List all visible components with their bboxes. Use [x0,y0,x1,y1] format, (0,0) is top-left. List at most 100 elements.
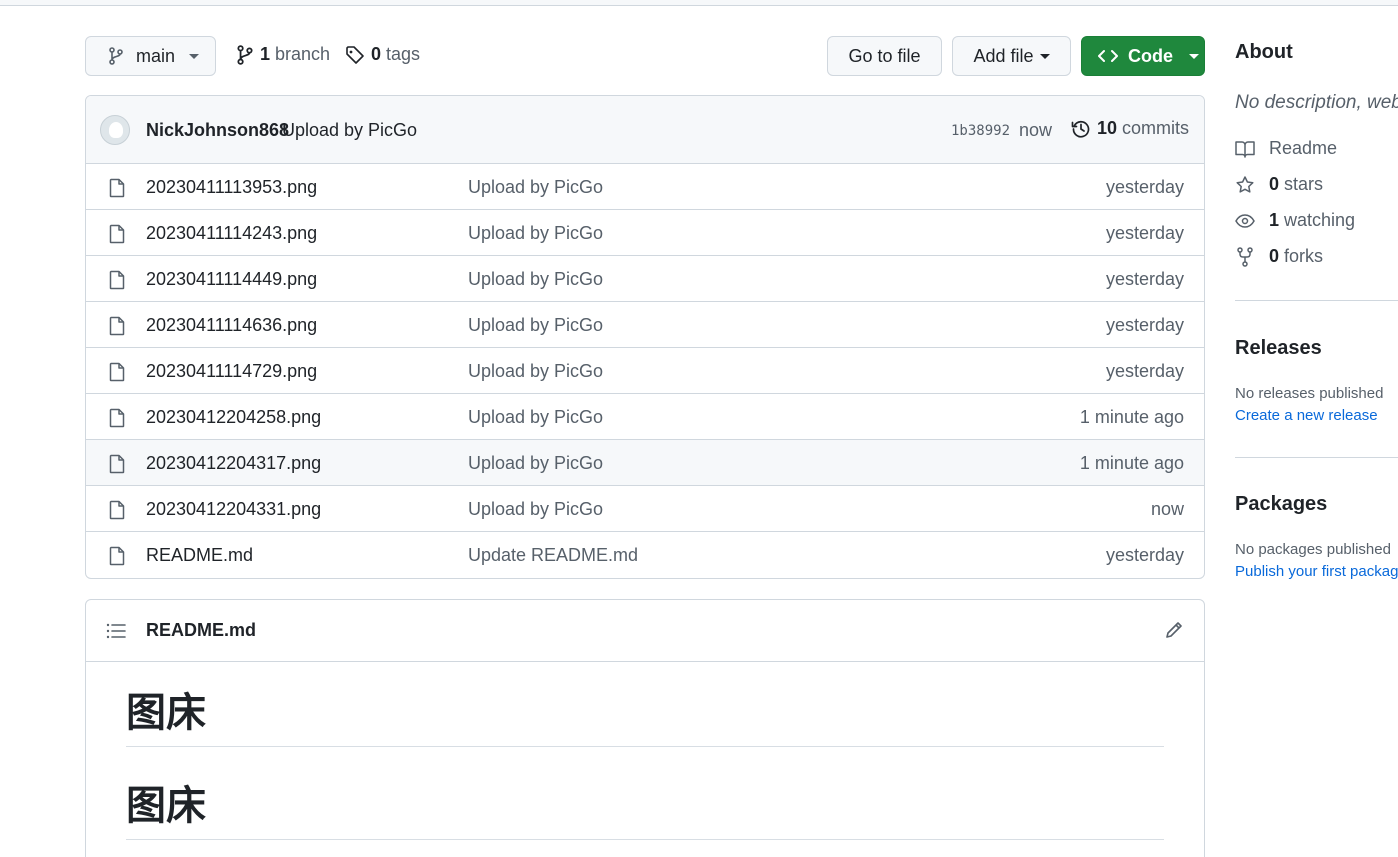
file-name-link[interactable]: README.md [146,545,253,566]
readme-heading: 图床 [126,773,1164,840]
stars-link[interactable]: 0 stars [1235,174,1323,195]
commit-count: 10 [1097,118,1118,138]
readme-header: README.md [86,600,1204,662]
releases-empty-text: No releases published [1235,385,1384,402]
file-commit-message[interactable]: Upload by PicGo [468,407,603,428]
commit-author[interactable]: NickJohnson868 [146,120,289,141]
file-row[interactable]: 20230411114449.png Upload by PicGo yesterd… [86,256,1204,302]
forks-count: 0 [1269,246,1280,266]
releases-title[interactable]: Releases [1235,337,1322,360]
eye-icon [1235,213,1255,229]
publish-package-link[interactable]: Publish your first package [1235,563,1398,580]
file-row[interactable]: 20230411113953.png Upload by PicGo yesterd… [86,164,1204,210]
commit-sha[interactable]: 1b38992 [951,123,1010,139]
file-commit-message[interactable]: Upload by PicGo [468,361,603,382]
file-name-link[interactable]: 20230411114636.png [146,315,317,336]
file-name-link[interactable]: 20230411114243.png [146,223,317,244]
list-unordered-icon[interactable] [106,622,126,640]
code-button[interactable]: Code [1081,36,1205,76]
about-title: About [1235,41,1293,63]
file-row[interactable]: 20230412204317.png Upload by PicGo 1 minut… [86,440,1204,486]
chevron-down-icon [189,53,200,59]
file-icon [108,408,126,428]
file-name-link[interactable]: 20230411114729.png [146,361,317,382]
file-name-link[interactable]: 20230411113953.png [146,177,317,198]
file-commit-time: yesterday [1105,361,1184,381]
file-commit-message[interactable]: Update README.md [468,545,638,566]
file-commit-message[interactable]: Upload by PicGo [468,453,603,474]
file-icon [108,270,126,290]
code-icon [1098,48,1118,64]
tag-count: 0 [371,44,382,64]
file-commit-time: yesterday [1105,315,1184,335]
watching-label: watching [1284,210,1356,230]
file-row[interactable]: 20230411114243.png Upload by PicGo yesterd… [86,210,1204,256]
file-icon [108,454,126,474]
file-icon [108,178,126,198]
file-name-link[interactable]: 20230411114449.png [146,269,317,290]
top-border [0,0,1398,6]
git-branch-icon [108,47,124,65]
file-commit-message[interactable]: Upload by PicGo [468,315,603,336]
tags-link[interactable]: 0 tags [345,44,420,65]
file-icon [108,546,126,566]
file-row[interactable]: README.md Update README.md yesterday [86,532,1204,578]
divider [1235,457,1398,458]
watching-count: 1 [1269,210,1280,230]
book-icon [1235,140,1255,158]
readme-label: Readme [1269,138,1338,158]
add-file-button[interactable]: Add file [952,36,1071,76]
forks-label: forks [1284,246,1324,266]
file-commit-time: yesterday [1105,177,1184,197]
chevron-down-icon [1189,53,1199,59]
tag-label: tags [386,44,421,64]
file-icon [108,500,126,520]
forks-link[interactable]: 0 forks [1235,246,1323,267]
watching-link[interactable]: 1 watching [1235,210,1355,231]
commits-link[interactable]: 10 commits [1071,118,1189,139]
file-row[interactable]: 20230412204258.png Upload by PicGo 1 minut… [86,394,1204,440]
branch-select-button[interactable]: main [85,36,216,76]
file-commit-message[interactable]: Upload by PicGo [468,177,603,198]
file-commit-message[interactable]: Upload by PicGo [468,269,603,290]
file-commit-time: yesterday [1105,269,1184,289]
file-list: 20230411113953.png Upload by PicGo yesterd… [86,164,1204,578]
branches-link[interactable]: 1 branch [236,44,330,65]
branch-label: branch [275,44,331,64]
readme-title[interactable]: README.md [146,620,256,641]
commit-label: commits [1122,118,1190,138]
commit-message[interactable]: Upload by PicGo [282,120,417,141]
code-label: Code [1128,45,1173,66]
readme-panel: README.md 图床 图床 [85,599,1205,857]
packages-title[interactable]: Packages [1235,493,1327,516]
file-icon [108,224,126,244]
packages-empty-text: No packages published [1235,541,1391,558]
file-commit-time: yesterday [1105,545,1184,565]
file-icon [108,316,126,336]
file-name-link[interactable]: 20230412204317.png [146,453,321,474]
add-file-label: Add file [973,45,1034,66]
file-name-link[interactable]: 20230412204331.png [146,499,321,520]
readme-link[interactable]: Readme [1235,138,1337,159]
branch-count: 1 [260,44,271,64]
repo-description: No description, website, or topics provi… [1235,92,1398,113]
history-icon [1071,119,1091,139]
create-release-link[interactable]: Create a new release [1235,407,1378,424]
file-browser: NickJohnson868 Upload by PicGo 1b38992 n… [85,95,1205,579]
go-to-file-button[interactable]: Go to file [827,36,942,76]
file-commit-message[interactable]: Upload by PicGo [468,499,603,520]
file-commit-time: yesterday [1105,223,1184,243]
file-row[interactable]: 20230411114636.png Upload by PicGo yesterd… [86,302,1204,348]
avatar[interactable] [100,115,130,145]
file-name-link[interactable]: 20230412204258.png [146,407,321,428]
file-row[interactable]: 20230411114729.png Upload by PicGo yesterd… [86,348,1204,394]
file-icon [108,362,126,382]
stars-label: stars [1284,174,1324,194]
tag-icon [345,45,365,65]
file-commit-message[interactable]: Upload by PicGo [468,223,603,244]
chevron-down-icon [1039,53,1050,59]
branch-name: main [136,45,176,66]
star-icon [1235,175,1255,195]
pencil-icon[interactable] [1164,620,1184,640]
file-row[interactable]: 20230412204331.png Upload by PicGo now [86,486,1204,532]
